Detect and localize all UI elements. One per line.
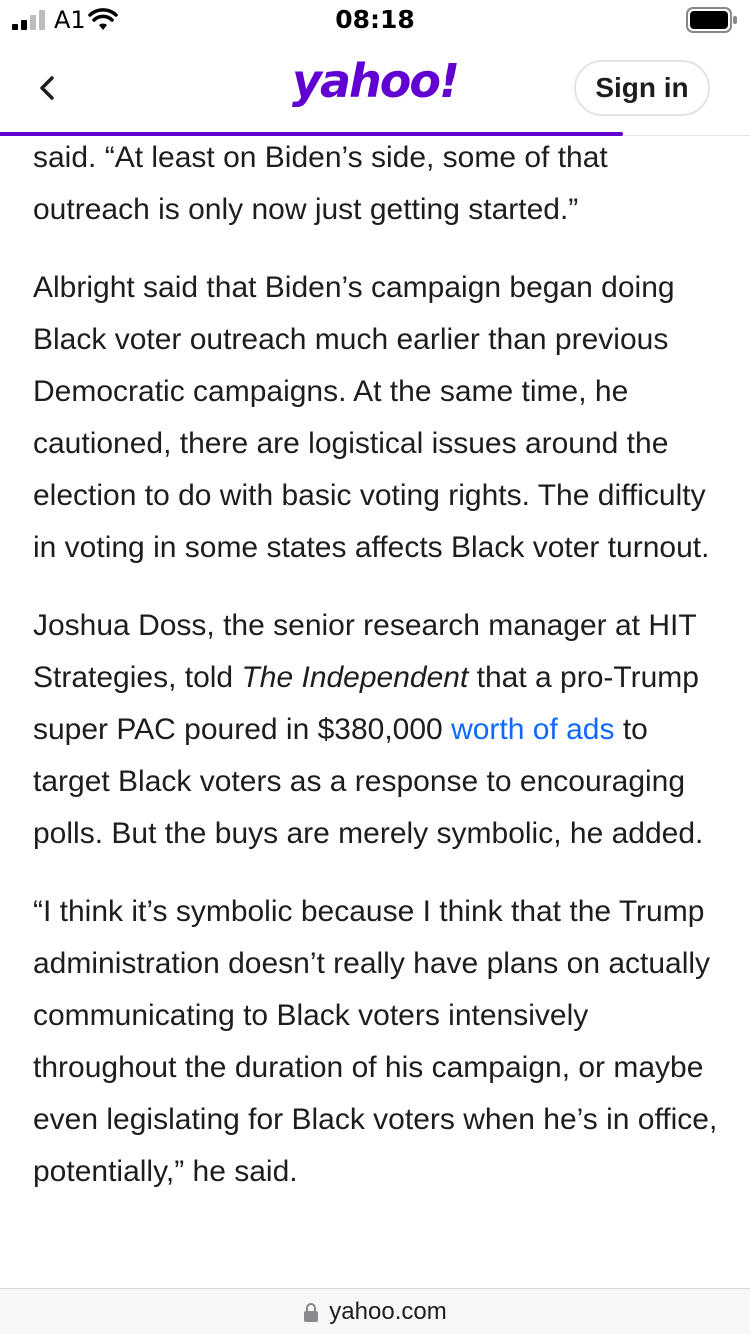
article-body: said. “At least on Biden’s side, some of… [0, 136, 750, 1288]
battery-icon [686, 7, 737, 33]
site-header: yahoo! Sign in [0, 40, 750, 136]
url-domain: yahoo.com [329, 1297, 447, 1325]
article-paragraph: Joshua Doss, the senior research manager… [33, 600, 723, 860]
worth-of-ads-link[interactable]: worth of ads [451, 713, 614, 746]
article-paragraph: Albright said that Biden’s campaign bega… [33, 271, 710, 564]
status-bar: A1 08:18 [0, 0, 750, 40]
clock: 08:18 [335, 5, 415, 34]
address-bar[interactable]: yahoo.com [0, 1288, 750, 1334]
article-paragraph: “I think it’s symbolic because I think t… [33, 895, 718, 1188]
lock-icon [304, 1302, 319, 1322]
article-paragraph: said. “At least on Biden’s side, some of… [33, 141, 608, 226]
sign-in-button[interactable]: Sign in [574, 60, 710, 116]
publication-name: The Independent [241, 661, 469, 694]
